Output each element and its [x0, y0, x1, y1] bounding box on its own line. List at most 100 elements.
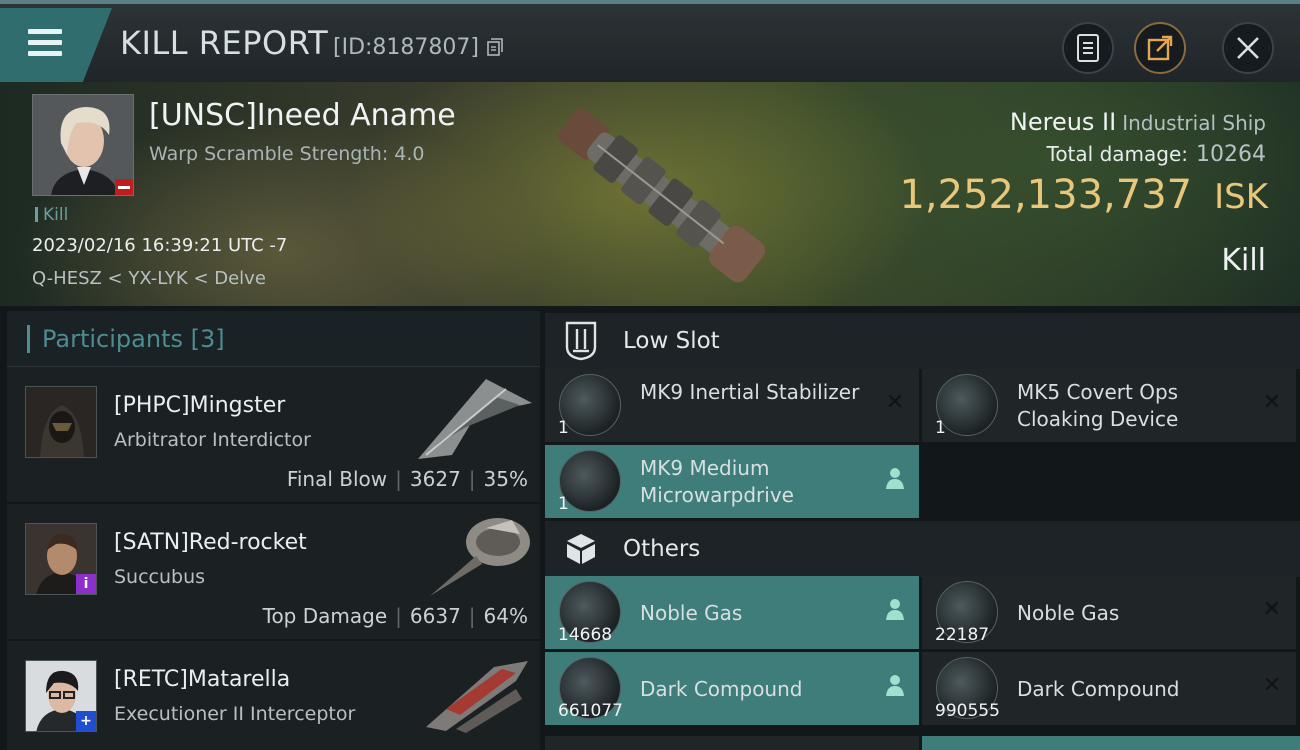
item-quantity: 1	[558, 494, 569, 514]
kill-id: [ID:8187807]	[333, 35, 479, 60]
fitting-item[interactable]: 1 MK9 Medium Microwarpdrive	[545, 445, 919, 518]
title-bar: KILL REPORT [ID:8187807]	[0, 0, 1300, 82]
participants-header: Participants [3]	[7, 311, 540, 367]
participant-name[interactable]: [PHPC]Mingster	[114, 393, 285, 418]
item-quantity: 1	[558, 418, 569, 438]
item-name: MK5 Covert Ops Cloaking Device	[1017, 380, 1179, 431]
fitting-item[interactable]	[922, 736, 1300, 750]
warp-scramble-strength: Warp Scramble Strength: 4.0	[149, 143, 425, 165]
participant-stats: Top Damage | 6637 | 64%	[262, 604, 528, 628]
ship-class: Industrial Ship	[1122, 111, 1266, 135]
total-damage: Total damage: 10264	[1047, 142, 1267, 167]
participant-ship: Succubus	[114, 566, 206, 588]
low-slot-header: Low Slot	[545, 313, 1300, 369]
menu-line-icon	[28, 29, 62, 34]
participant-portrait[interactable]: +	[25, 660, 97, 732]
item-quantity: 990555	[935, 701, 1000, 721]
participants-label: Participants	[42, 324, 183, 353]
participant-row[interactable]: [PHPC]Mingster Arbitrator Interdictor Fi…	[7, 367, 540, 504]
item-quantity: 1	[935, 418, 946, 438]
fitting-item[interactable]: 1 MK9 Inertial Stabilizer ✕	[545, 369, 919, 442]
isk-unit: ISK	[1214, 177, 1268, 217]
isk-value: 1,252,133,737 ISK	[899, 172, 1268, 218]
item-quantity: 14668	[558, 625, 613, 645]
participant-portrait[interactable]: i	[25, 523, 97, 595]
report-button[interactable]	[1062, 22, 1114, 74]
cargo-box-icon	[559, 527, 603, 571]
participant-ship-image	[426, 661, 528, 733]
victim-panel: [UNSC]Ineed Aname Warp Scramble Strength…	[0, 82, 1300, 306]
participant-row[interactable]: i [SATN]Red-rocket Succubus Top Damage | 6…	[7, 504, 540, 641]
copy-icon[interactable]	[487, 38, 503, 56]
menu-button[interactable]	[0, 8, 112, 82]
item-name: Dark Compound	[1017, 677, 1180, 701]
item-name: MK9 Inertial Stabilizer	[640, 380, 860, 404]
destroyed-x-icon: ✕	[1262, 673, 1282, 698]
item-name: MK9 Medium Microwarpdrive	[640, 456, 794, 507]
participant-role: Top Damage	[262, 604, 388, 628]
fitting-item[interactable]: 990555 Dark Compound ✕	[922, 652, 1296, 725]
dropped-person-icon	[883, 467, 907, 491]
destroyed-x-icon: ✕	[1262, 390, 1282, 415]
ship-name: Nereus II	[1009, 108, 1117, 136]
participant-stats: Final Blow | 3627 | 35%	[286, 467, 528, 491]
others-header: Others	[545, 521, 1300, 577]
menu-line-icon	[28, 51, 62, 56]
participant-role: Final Blow	[286, 467, 388, 491]
participant-ship: Executioner II Interceptor	[114, 703, 356, 725]
page-title: KILL REPORT	[120, 24, 329, 62]
victim-name[interactable]: [UNSC]Ineed Aname	[149, 98, 456, 133]
fitting-item[interactable]: 1 MK5 Covert Ops Cloaking Device ✕	[922, 369, 1296, 442]
isk-amount: 1,252,133,737	[899, 172, 1193, 218]
item-quantity: 22187	[935, 625, 990, 645]
close-button[interactable]	[1222, 22, 1274, 74]
victim-portrait[interactable]	[32, 94, 134, 196]
victim-ship-image	[557, 108, 766, 283]
participant-name[interactable]: [SATN]Red-rocket	[114, 530, 307, 555]
share-button[interactable]	[1134, 22, 1186, 74]
document-icon	[1077, 34, 1099, 62]
dropped-person-icon	[883, 674, 907, 698]
participant-damage: 3627	[409, 467, 461, 491]
menu-line-icon	[28, 40, 62, 45]
dropped-person-icon	[883, 598, 907, 622]
fitting-item[interactable]	[545, 736, 919, 750]
total-damage-label: Total damage:	[1046, 142, 1189, 166]
item-name: Noble Gas	[1017, 601, 1120, 625]
kill-location[interactable]: Q-HESZ < YX-LYK < Delve	[32, 268, 266, 289]
participants-count: [3]	[190, 324, 225, 353]
kill-datetime: 2023/02/16 16:39:21 UTC -7	[32, 235, 288, 256]
corp-badge-icon: i	[76, 574, 96, 594]
participant-ship-image	[418, 379, 532, 459]
result-label: Kill	[1221, 243, 1266, 278]
victim-ship[interactable]: Nereus II Industrial Ship	[1010, 108, 1266, 136]
item-name: Noble Gas	[640, 601, 743, 625]
participant-percent: 64%	[483, 604, 528, 628]
fitting-item[interactable]: 14668 Noble Gas	[545, 576, 919, 649]
participant-row[interactable]: + [RETC]Matarella Executioner II Interce…	[7, 641, 540, 750]
total-damage-value: 10264	[1196, 142, 1266, 167]
participant-damage: 6637	[409, 604, 461, 628]
others-title: Others	[623, 536, 701, 562]
share-icon	[1147, 35, 1173, 61]
low-slot-title: Low Slot	[623, 328, 720, 354]
destroyed-x-icon: ✕	[1262, 597, 1282, 622]
item-quantity: 661077	[558, 701, 623, 721]
kill-type-tag: Kill	[35, 205, 68, 225]
character-portrait-icon	[26, 387, 96, 457]
character-portrait-icon	[33, 95, 133, 195]
fitting-panel: Low Slot 1 MK9 Inertial Stabilizer ✕ 1 M…	[545, 311, 1300, 750]
low-slot-icon	[559, 319, 603, 363]
participant-percent: 35%	[483, 467, 528, 491]
corp-badge-icon: +	[76, 711, 96, 731]
close-icon	[1237, 37, 1259, 59]
participant-ship-image	[430, 518, 530, 596]
participants-panel: Participants [3] [PHPC]Mingster Arbitrat…	[7, 311, 540, 750]
participant-ship: Arbitrator Interdictor	[114, 429, 311, 451]
participant-name[interactable]: [RETC]Matarella	[114, 667, 290, 692]
destroyed-x-icon: ✕	[885, 390, 905, 415]
fitting-item[interactable]: 22187 Noble Gas ✕	[922, 576, 1296, 649]
fitting-item[interactable]: 661077 Dark Compound	[545, 652, 919, 725]
item-name: Dark Compound	[640, 677, 803, 701]
participant-portrait[interactable]	[25, 386, 97, 458]
